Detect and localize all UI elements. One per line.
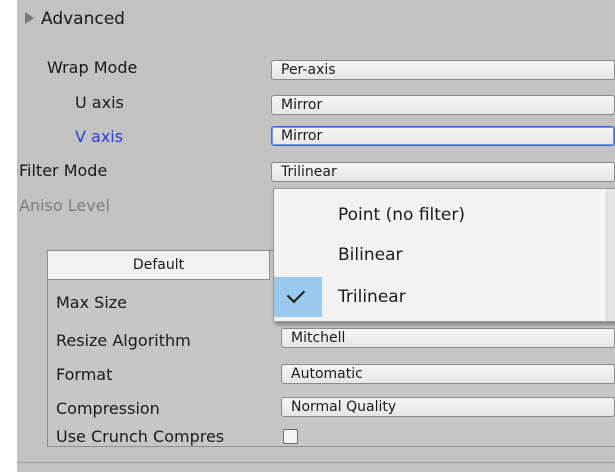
format-dropdown[interactable]: Automatic [281, 364, 615, 384]
filter-mode-dropdown[interactable]: Trilinear [271, 162, 615, 182]
menu-item-trilinear[interactable]: Trilinear [274, 277, 606, 317]
filter-mode-label: Filter Mode [19, 161, 108, 180]
wrap-mode-dropdown[interactable]: Per-axis [271, 60, 615, 80]
page-margin [0, 0, 17, 472]
u-axis-label: U axis [75, 93, 124, 112]
foldout-arrow-icon[interactable] [25, 12, 34, 24]
u-axis-dropdown[interactable]: Mirror [271, 95, 615, 115]
section-title[interactable]: Advanced [41, 9, 125, 29]
tab-default[interactable]: Default [47, 250, 270, 280]
filter-mode-menu: Point (no filter) Bilinear Trilinear [273, 188, 615, 322]
v-axis-label: V axis [75, 127, 124, 146]
menu-item-label: Trilinear [338, 287, 406, 307]
menu-item-label: Bilinear [338, 245, 403, 265]
compression-label: Compression [56, 399, 160, 418]
aniso-level-label: Aniso Level [19, 196, 110, 215]
format-label: Format [56, 365, 113, 384]
resize-algorithm-dropdown[interactable]: Mitchell [281, 328, 615, 348]
crunch-checkbox[interactable] [283, 429, 298, 444]
v-axis-dropdown[interactable]: Mirror [271, 126, 615, 146]
crunch-label: Use Crunch Compres [56, 427, 225, 446]
wrap-mode-label: Wrap Mode [47, 58, 138, 77]
compression-dropdown[interactable]: Normal Quality [281, 397, 615, 417]
menu-item-label: Point (no filter) [338, 205, 466, 225]
menu-scrollbar[interactable] [606, 189, 615, 321]
menu-item-bilinear[interactable]: Bilinear [274, 235, 606, 275]
panel-divider [17, 462, 615, 463]
max-size-label: Max Size [56, 293, 128, 312]
resize-algorithm-label: Resize Algorithm [56, 331, 191, 350]
menu-item-point[interactable]: Point (no filter) [274, 195, 606, 235]
